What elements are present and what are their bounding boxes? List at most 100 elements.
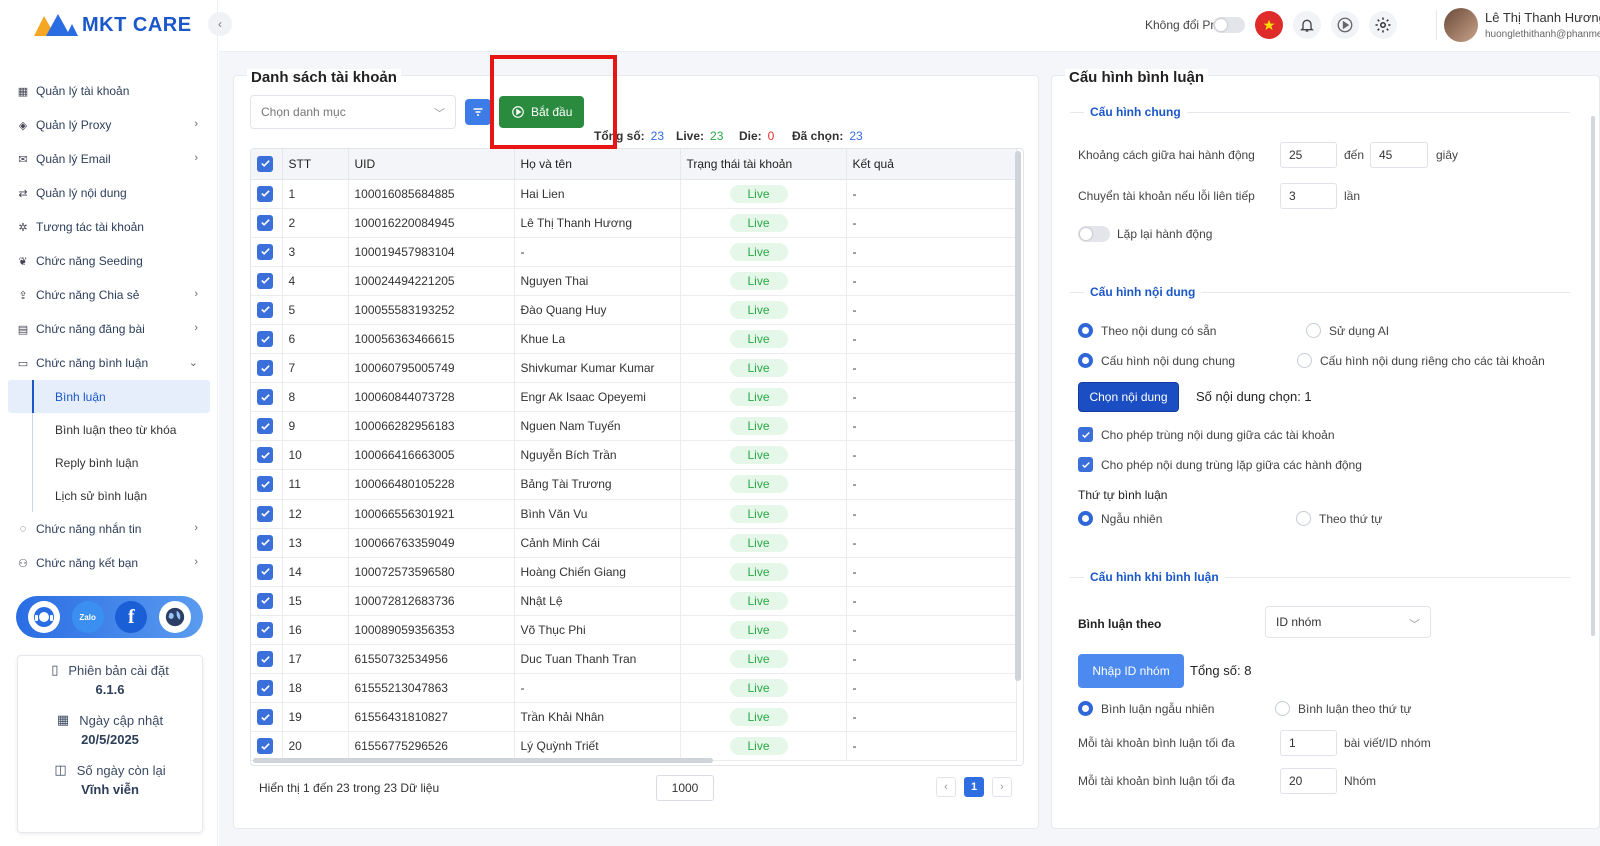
radio-comment-sequential[interactable] — [1275, 701, 1290, 716]
app-logo[interactable]: MKT CARE — [32, 8, 192, 42]
comment-by-select[interactable]: ID nhóm ﹀ — [1265, 606, 1431, 638]
allow-dup-accounts-checkbox[interactable] — [1078, 427, 1093, 442]
collapse-sidebar-button[interactable]: ‹ — [208, 12, 232, 36]
sidebar-item-after-0[interactable]: ◌ Chức năng nhắn tin › — [0, 512, 218, 546]
table-vertical-scrollbar[interactable] — [1015, 151, 1021, 681]
radio-private-content[interactable] — [1297, 353, 1312, 368]
page-size-input[interactable]: 1000 — [656, 775, 714, 801]
row-checkbox[interactable] — [257, 185, 273, 202]
radio-available-content[interactable] — [1078, 323, 1093, 338]
config-scrollbar[interactable] — [1591, 116, 1595, 636]
row-checkbox[interactable] — [257, 592, 273, 609]
sidebar-item-1[interactable]: ◈ Quản lý Proxy › — [0, 108, 218, 142]
row-checkbox[interactable] — [257, 243, 273, 260]
table-row[interactable]: 12 100066556301921 Bình Văn Vu Live - — [251, 499, 1017, 529]
table-row[interactable]: 3 100019457983104- Live - — [251, 237, 1017, 267]
row-checkbox[interactable] — [257, 738, 273, 755]
row-checkbox[interactable] — [257, 331, 273, 348]
prev-page-button[interactable]: ‹ — [936, 777, 956, 797]
table-row[interactable]: 18 61555213047863- Live - — [251, 673, 1017, 704]
gear-icon[interactable] — [1369, 11, 1397, 39]
gap-from-input[interactable]: 25 — [1280, 142, 1337, 168]
column-header[interactable]: UID — [348, 149, 515, 180]
table-row[interactable]: 14 100072573596580 Hoàng Chiến Giang Live - — [251, 557, 1017, 587]
vietnam-flag-icon[interactable] — [1255, 11, 1283, 39]
row-checkbox[interactable] — [257, 505, 273, 522]
column-header[interactable]: Kết quả — [846, 149, 1017, 180]
table-row[interactable]: 4 100024494221205 Nguyen Thai Live - — [251, 266, 1017, 296]
sidebar-item-0[interactable]: ▦ Quản lý tài khoản — [0, 74, 218, 108]
column-header[interactable]: Trạng thái tài khoản — [680, 149, 847, 180]
sidebar-item-4[interactable]: ✲ Tương tác tài khoản — [0, 210, 218, 244]
select-all-checkbox[interactable] — [257, 155, 273, 172]
column-header[interactable]: STT — [282, 149, 349, 180]
table-row[interactable]: 7 100060795005749 Shivkumar Kumar Kumar Liv… — [251, 353, 1017, 384]
sidebar-item-2[interactable]: ✉ Quản lý Email › — [0, 142, 218, 176]
table-row[interactable]: 6 100056363466615 Khue La Live - — [251, 324, 1017, 355]
facebook-icon[interactable]: f — [115, 601, 148, 633]
radio-order-random[interactable] — [1078, 511, 1093, 526]
sidebar-item-7[interactable]: ▤ Chức năng đăng bài › — [0, 312, 218, 346]
globe-icon[interactable] — [159, 601, 192, 633]
bell-icon[interactable] — [1293, 11, 1321, 39]
table-row[interactable]: 2 100016220084945 Lê Thị Thanh Hương Live - — [251, 208, 1017, 238]
table-row[interactable]: 8 100060844073728 Engr Ak Isaac Opeyemi Liv… — [251, 382, 1017, 413]
table-row[interactable]: 5 100055583193252 Đào Quang Huy Live - — [251, 295, 1017, 325]
sidebar-item-after-1[interactable]: ⚇ Chức năng kết bạn › — [0, 546, 218, 580]
row-checkbox[interactable] — [257, 272, 273, 289]
sidebar-subitem-0[interactable]: Bình luận — [8, 380, 210, 413]
row-checkbox[interactable] — [257, 709, 273, 726]
table-row[interactable]: 10 100066416663005 Nguyễn Bích Trần Live - — [251, 440, 1017, 471]
table-row[interactable]: 16 100089059356353 Võ Thục Phi Live - — [251, 615, 1017, 646]
sidebar-item-5[interactable]: ❦ Chức năng Seeding — [0, 244, 218, 278]
radio-order-sequential[interactable] — [1296, 511, 1311, 526]
repeat-action-toggle[interactable] — [1078, 226, 1110, 242]
radio-common-content[interactable] — [1078, 353, 1093, 368]
row-checkbox[interactable] — [257, 621, 273, 638]
allow-dup-actions-checkbox[interactable] — [1078, 457, 1093, 472]
enter-group-id-button[interactable]: Nhập ID nhóm — [1078, 654, 1184, 688]
sidebar-subitem-1[interactable]: Bình luận theo từ khóa — [8, 413, 210, 446]
zalo-icon[interactable]: Zalo — [71, 601, 104, 633]
table-row[interactable]: 9 100066282956183 Nguen Nam Tuyến Live - — [251, 411, 1017, 442]
max-groups-input[interactable]: 20 — [1280, 768, 1337, 794]
row-checkbox[interactable] — [257, 447, 273, 464]
row-checkbox[interactable] — [257, 389, 273, 406]
radio-comment-random[interactable] — [1078, 701, 1093, 716]
row-checkbox[interactable] — [257, 418, 273, 435]
sidebar-subitem-3[interactable]: Lịch sử bình luận — [8, 479, 210, 512]
avatar[interactable] — [1444, 8, 1478, 42]
table-row[interactable]: 13 100066763359049 Cảnh Minh Cái Live - — [251, 528, 1017, 558]
row-checkbox[interactable] — [257, 534, 273, 551]
table-row[interactable]: 17 61550732534956 Duc Tuan Thanh Tran Live - — [251, 644, 1017, 675]
row-checkbox[interactable] — [257, 360, 273, 377]
sidebar-subitem-2[interactable]: Reply bình luận — [8, 446, 210, 479]
category-select[interactable]: Chọn danh mục ﹀ — [250, 95, 456, 129]
page-1-button[interactable]: 1 — [964, 777, 984, 797]
table-horizontal-scrollbar[interactable] — [253, 758, 713, 763]
play-circle-icon[interactable] — [1331, 11, 1359, 39]
table-row[interactable]: 15 100072812683736 Nhật Lệ Live - — [251, 586, 1017, 616]
proxy-toggle[interactable] — [1213, 17, 1245, 33]
table-row[interactable]: 11 100066480105228 Bảng Tài Trương Live - — [251, 469, 1017, 500]
radio-use-ai[interactable] — [1306, 323, 1321, 338]
next-page-button[interactable]: › — [992, 777, 1012, 797]
table-row[interactable]: 20 61556775296526 Lý Quỳnh Triết Live - — [251, 731, 1017, 762]
sidebar-item-6[interactable]: ⇪ Chức năng Chia sẻ › — [0, 278, 218, 312]
filter-button[interactable] — [465, 99, 491, 125]
row-checkbox[interactable] — [257, 476, 273, 493]
row-checkbox[interactable] — [257, 301, 273, 318]
switch-account-input[interactable]: 3 — [1280, 183, 1337, 209]
table-row[interactable]: 19 61556431810827 Trần Khải Nhân Live - — [251, 702, 1017, 733]
support-icon[interactable] — [27, 601, 60, 633]
table-row[interactable]: 1 100016085684885 Hai Lien Live - — [251, 179, 1017, 209]
row-checkbox[interactable] — [257, 651, 273, 668]
row-checkbox[interactable] — [257, 563, 273, 580]
max-posts-input[interactable]: 1 — [1280, 730, 1337, 756]
sidebar-item-3[interactable]: ⇄ Quản lý nội dung — [0, 176, 218, 210]
gap-to-input[interactable]: 45 — [1370, 142, 1428, 168]
choose-content-button[interactable]: Chọn nội dung — [1078, 382, 1179, 412]
row-checkbox[interactable] — [257, 680, 273, 697]
row-checkbox[interactable] — [257, 214, 273, 231]
column-header[interactable]: Họ và tên — [514, 149, 681, 180]
